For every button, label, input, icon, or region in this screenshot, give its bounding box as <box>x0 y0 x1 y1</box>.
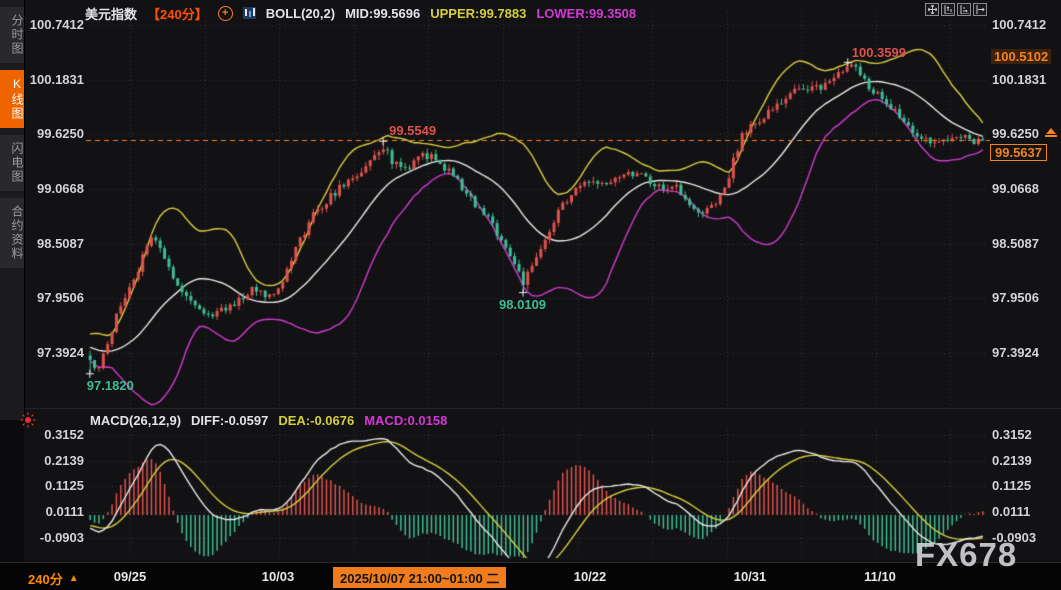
axis-tick-label: 98.5087 <box>26 236 84 251</box>
watermark: FX678 <box>915 536 1017 574</box>
axis-tick-label: 97.9506 <box>26 290 84 305</box>
chart-toolbar <box>925 3 987 16</box>
axis-tick-label: -0.0903 <box>26 530 84 545</box>
axis-tick-label: 0.0111 <box>992 504 1030 519</box>
x-axis-date-label: 10/03 <box>262 569 295 584</box>
boll-indicator-label: BOLL(20,2) <box>266 6 335 21</box>
symbol-name: 美元指数 <box>85 4 137 23</box>
period-tag[interactable]: 【240分】 <box>147 4 208 23</box>
axis-tick-label: 0.1125 <box>992 478 1031 493</box>
macd-hist-value: MACD:0.0158 <box>364 413 447 428</box>
macd-title: MACD(26,12,9) <box>90 413 181 428</box>
axis-tick-label: 100.7412 <box>26 17 84 32</box>
macd-diff-value: DIFF:-0.0597 <box>191 413 268 428</box>
scroll-right-icon[interactable] <box>973 3 987 16</box>
sidebar-item-3[interactable]: 合约资料 <box>0 198 24 268</box>
period-dropdown-arrow-icon: ▲ <box>69 573 79 584</box>
price-extreme-annotation: 100.3599 <box>852 45 906 60</box>
zoom-y-axis-icon[interactable] <box>941 3 955 16</box>
chart-style-icon[interactable] <box>243 7 256 19</box>
sidebar-item-0[interactable]: 分时图 <box>0 7 24 63</box>
price-extreme-annotation: 97.1820 <box>87 378 134 393</box>
axis-tick-label: 0.2139 <box>992 453 1032 468</box>
period-selector[interactable]: 240分 ▲ <box>28 569 79 588</box>
axis-tick-label: 100.7412 <box>992 17 1046 32</box>
axis-tick-label: 100.1831 <box>26 72 84 87</box>
x-axis-date-label: 09/25 <box>114 569 147 584</box>
axis-tick-label: 97.3924 <box>26 345 84 360</box>
axis-tick-label: 100.1831 <box>992 72 1046 87</box>
jump-to-latest-icon[interactable] <box>1045 128 1057 137</box>
axis-tick-label: 99.0668 <box>992 181 1039 196</box>
axis-tick-label: 98.5087 <box>992 236 1039 251</box>
time-axis-bar: 240分 ▲ 2025/10/07 21:00~01:00 二 09/25 10/… <box>0 562 1061 590</box>
sidebar-item-1[interactable]: K线图 <box>0 70 24 128</box>
boll-lower-value: LOWER:99.3508 <box>536 6 636 21</box>
axis-tick-label: 97.9506 <box>992 290 1039 305</box>
price-chart-canvas[interactable] <box>0 0 1061 590</box>
zoom-x-axis-icon[interactable] <box>957 3 971 16</box>
price-extreme-annotation: 99.5549 <box>389 123 436 138</box>
session-high-label: 100.5102 <box>991 49 1051 64</box>
x-axis-date-label: 11/10 <box>864 569 896 584</box>
axis-tick-label: 99.0668 <box>26 181 84 196</box>
price-extreme-annotation: 98.0109 <box>499 297 546 312</box>
macd-dea-value: DEA:-0.0676 <box>278 413 354 428</box>
boll-upper-value: UPPER:99.7883 <box>430 6 526 21</box>
macd-legend: MACD(26,12,9) DIFF:-0.0597 DEA:-0.0676 M… <box>90 413 447 428</box>
sidebar-item-2[interactable]: 闪电图 <box>0 135 24 191</box>
crosshair-timestamp: 2025/10/07 21:00~01:00 二 <box>333 567 506 588</box>
x-axis-date-label: 10/22 <box>574 569 607 584</box>
live-blinker-icon <box>20 412 36 433</box>
axis-tick-label: 99.6250 <box>26 126 84 141</box>
last-price-label: 99.5637 <box>990 144 1047 161</box>
axis-tick-label: 99.6250 <box>992 126 1039 141</box>
axis-tick-label: 0.1125 <box>26 478 84 493</box>
chart-type-sidebar: 分时图 K线图闪电图合约资料 <box>0 0 25 420</box>
pan-tool-icon[interactable] <box>925 3 939 16</box>
axis-tick-label: 97.3924 <box>992 345 1039 360</box>
main-chart-legend: 美元指数 【240分】 + BOLL(20,2) MID:99.5696 UPP… <box>85 5 636 21</box>
trading-chart-window: 分时图 K线图闪电图合约资料 美元指数 【240分】 + BOLL(20,2) M… <box>0 0 1061 590</box>
axis-tick-label: 0.2139 <box>26 453 84 468</box>
axis-tick-label: 0.3152 <box>992 427 1032 442</box>
add-indicator-icon[interactable]: + <box>218 6 233 21</box>
boll-mid-value: MID:99.5696 <box>345 6 420 21</box>
x-axis-date-label: 10/31 <box>734 569 767 584</box>
axis-tick-label: 0.0111 <box>26 504 84 519</box>
